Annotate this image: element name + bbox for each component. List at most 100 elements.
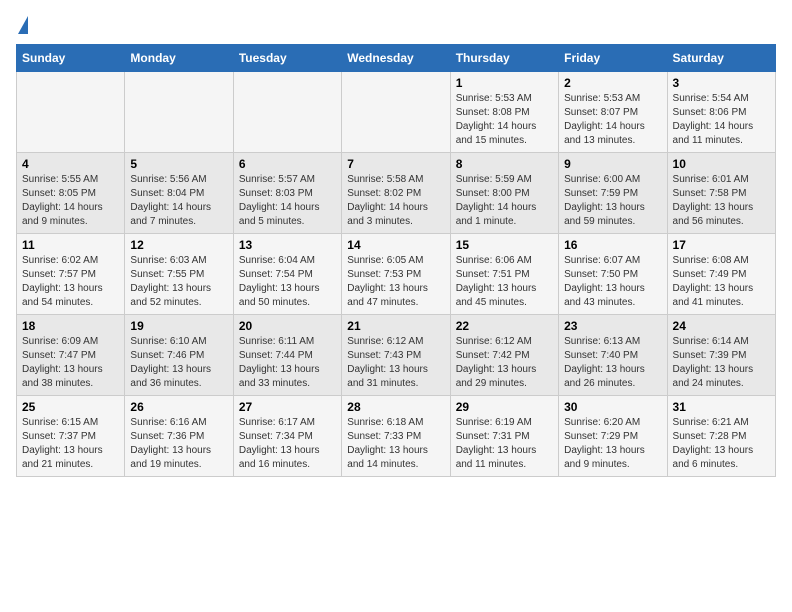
calendar-cell: 30 Sunrise: 6:20 AM Sunset: 7:29 PM Dayli…	[559, 396, 667, 477]
calendar-cell: 11 Sunrise: 6:02 AM Sunset: 7:57 PM Dayli…	[17, 234, 125, 315]
day-number: 5	[130, 157, 227, 171]
day-info: Sunrise: 6:12 AM Sunset: 7:43 PM Dayligh…	[347, 335, 444, 391]
day-info: Sunrise: 6:10 AM Sunset: 7:46 PM Dayligh…	[130, 335, 227, 391]
calendar-cell: 7 Sunrise: 5:58 AM Sunset: 8:02 PM Daylig…	[342, 153, 450, 234]
day-info: Sunrise: 6:20 AM Sunset: 7:29 PM Dayligh…	[564, 416, 661, 472]
calendar-cell: 31 Sunrise: 6:21 AM Sunset: 7:28 PM Dayli…	[667, 396, 775, 477]
day-number: 17	[673, 238, 770, 252]
day-number: 23	[564, 319, 661, 333]
day-number: 7	[347, 157, 444, 171]
calendar-cell	[17, 72, 125, 153]
calendar-cell: 28Sunrise: 6:18 AM Sunset: 7:33 PM Dayli…	[342, 396, 450, 477]
calendar-week-row: 11 Sunrise: 6:02 AM Sunset: 7:57 PM Dayli…	[17, 234, 776, 315]
calendar-cell: 16 Sunrise: 6:07 AM Sunset: 7:50 PM Dayli…	[559, 234, 667, 315]
day-number: 18	[22, 319, 119, 333]
day-info: Sunrise: 6:09 AM Sunset: 7:47 PM Dayligh…	[22, 335, 119, 391]
calendar-body: 1Sunrise: 5:53 AM Sunset: 8:08 PM Daylig…	[17, 72, 776, 477]
day-number: 12	[130, 238, 227, 252]
day-info: Sunrise: 5:55 AM Sunset: 8:05 PM Dayligh…	[22, 173, 119, 229]
calendar-cell: 19 Sunrise: 6:10 AM Sunset: 7:46 PM Dayli…	[125, 315, 233, 396]
day-info: Sunrise: 6:15 AM Sunset: 7:37 PM Dayligh…	[22, 416, 119, 472]
calendar-cell: 17 Sunrise: 6:08 AM Sunset: 7:49 PM Dayli…	[667, 234, 775, 315]
day-header-tuesday: Tuesday	[233, 45, 341, 72]
day-number: 22	[456, 319, 553, 333]
day-number: 10	[673, 157, 770, 171]
day-info: Sunrise: 6:17 AM Sunset: 7:34 PM Dayligh…	[239, 416, 336, 472]
calendar-week-row: 18 Sunrise: 6:09 AM Sunset: 7:47 PM Dayli…	[17, 315, 776, 396]
day-header-sunday: Sunday	[17, 45, 125, 72]
day-number: 9	[564, 157, 661, 171]
day-number: 1	[456, 76, 553, 90]
day-number: 6	[239, 157, 336, 171]
day-number: 28	[347, 400, 444, 414]
page-header	[16, 16, 776, 34]
day-number: 4	[22, 157, 119, 171]
calendar-cell: 2 Sunrise: 5:53 AM Sunset: 8:07 PM Daylig…	[559, 72, 667, 153]
calendar-cell: 24 Sunrise: 6:14 AM Sunset: 7:39 PM Dayli…	[667, 315, 775, 396]
day-number: 30	[564, 400, 661, 414]
calendar-cell	[125, 72, 233, 153]
calendar-cell: 6Sunrise: 5:57 AM Sunset: 8:03 PM Daylig…	[233, 153, 341, 234]
day-info: Sunrise: 6:21 AM Sunset: 7:28 PM Dayligh…	[673, 416, 770, 472]
day-info: Sunrise: 6:08 AM Sunset: 7:49 PM Dayligh…	[673, 254, 770, 310]
day-info: Sunrise: 5:59 AM Sunset: 8:00 PM Dayligh…	[456, 173, 553, 229]
calendar-cell: 20 Sunrise: 6:11 AM Sunset: 7:44 PM Dayli…	[233, 315, 341, 396]
day-header-monday: Monday	[125, 45, 233, 72]
day-info: Sunrise: 6:12 AM Sunset: 7:42 PM Dayligh…	[456, 335, 553, 391]
day-info: Sunrise: 6:13 AM Sunset: 7:40 PM Dayligh…	[564, 335, 661, 391]
calendar-cell: 22 Sunrise: 6:12 AM Sunset: 7:42 PM Dayli…	[450, 315, 558, 396]
calendar-cell: 15 Sunrise: 6:06 AM Sunset: 7:51 PM Dayli…	[450, 234, 558, 315]
calendar-cell: 14Sunrise: 6:05 AM Sunset: 7:53 PM Dayli…	[342, 234, 450, 315]
day-number: 21	[347, 319, 444, 333]
day-number: 19	[130, 319, 227, 333]
calendar-cell: 27 Sunrise: 6:17 AM Sunset: 7:34 PM Dayli…	[233, 396, 341, 477]
day-info: Sunrise: 6:01 AM Sunset: 7:58 PM Dayligh…	[673, 173, 770, 229]
calendar-cell: 10 Sunrise: 6:01 AM Sunset: 7:58 PM Dayli…	[667, 153, 775, 234]
day-number: 29	[456, 400, 553, 414]
day-number: 13	[239, 238, 336, 252]
days-of-week-row: SundayMondayTuesdayWednesdayThursdayFrid…	[17, 45, 776, 72]
calendar-cell: 29 Sunrise: 6:19 AM Sunset: 7:31 PM Dayli…	[450, 396, 558, 477]
day-number: 31	[673, 400, 770, 414]
day-number: 16	[564, 238, 661, 252]
day-info: Sunrise: 6:02 AM Sunset: 7:57 PM Dayligh…	[22, 254, 119, 310]
calendar-cell: 13Sunrise: 6:04 AM Sunset: 7:54 PM Dayli…	[233, 234, 341, 315]
calendar-cell	[233, 72, 341, 153]
day-number: 11	[22, 238, 119, 252]
day-info: Sunrise: 6:14 AM Sunset: 7:39 PM Dayligh…	[673, 335, 770, 391]
calendar-cell: 4 Sunrise: 5:55 AM Sunset: 8:05 PM Daylig…	[17, 153, 125, 234]
day-info: Sunrise: 5:53 AM Sunset: 8:07 PM Dayligh…	[564, 92, 661, 148]
calendar-cell: 18 Sunrise: 6:09 AM Sunset: 7:47 PM Dayli…	[17, 315, 125, 396]
day-number: 8	[456, 157, 553, 171]
calendar-week-row: 25 Sunrise: 6:15 AM Sunset: 7:37 PM Dayli…	[17, 396, 776, 477]
day-info: Sunrise: 5:56 AM Sunset: 8:04 PM Dayligh…	[130, 173, 227, 229]
calendar-cell: 25 Sunrise: 6:15 AM Sunset: 7:37 PM Dayli…	[17, 396, 125, 477]
calendar-cell: 23 Sunrise: 6:13 AM Sunset: 7:40 PM Dayli…	[559, 315, 667, 396]
day-number: 24	[673, 319, 770, 333]
day-header-friday: Friday	[559, 45, 667, 72]
day-info: Sunrise: 6:19 AM Sunset: 7:31 PM Dayligh…	[456, 416, 553, 472]
calendar-cell: 8 Sunrise: 5:59 AM Sunset: 8:00 PM Daylig…	[450, 153, 558, 234]
calendar-cell	[342, 72, 450, 153]
calendar-cell: 21 Sunrise: 6:12 AM Sunset: 7:43 PM Dayli…	[342, 315, 450, 396]
calendar-week-row: 1Sunrise: 5:53 AM Sunset: 8:08 PM Daylig…	[17, 72, 776, 153]
day-number: 2	[564, 76, 661, 90]
day-number: 26	[130, 400, 227, 414]
day-info: Sunrise: 6:06 AM Sunset: 7:51 PM Dayligh…	[456, 254, 553, 310]
day-number: 25	[22, 400, 119, 414]
day-info: Sunrise: 6:07 AM Sunset: 7:50 PM Dayligh…	[564, 254, 661, 310]
day-header-saturday: Saturday	[667, 45, 775, 72]
logo-icon	[18, 16, 28, 34]
calendar-cell: 12Sunrise: 6:03 AM Sunset: 7:55 PM Dayli…	[125, 234, 233, 315]
day-info: Sunrise: 6:00 AM Sunset: 7:59 PM Dayligh…	[564, 173, 661, 229]
day-info: Sunrise: 6:16 AM Sunset: 7:36 PM Dayligh…	[130, 416, 227, 472]
day-info: Sunrise: 6:11 AM Sunset: 7:44 PM Dayligh…	[239, 335, 336, 391]
day-number: 27	[239, 400, 336, 414]
day-header-thursday: Thursday	[450, 45, 558, 72]
day-info: Sunrise: 6:05 AM Sunset: 7:53 PM Dayligh…	[347, 254, 444, 310]
day-info: Sunrise: 5:54 AM Sunset: 8:06 PM Dayligh…	[673, 92, 770, 148]
day-info: Sunrise: 5:58 AM Sunset: 8:02 PM Dayligh…	[347, 173, 444, 229]
day-number: 15	[456, 238, 553, 252]
calendar-table: SundayMondayTuesdayWednesdayThursdayFrid…	[16, 44, 776, 477]
day-number: 20	[239, 319, 336, 333]
